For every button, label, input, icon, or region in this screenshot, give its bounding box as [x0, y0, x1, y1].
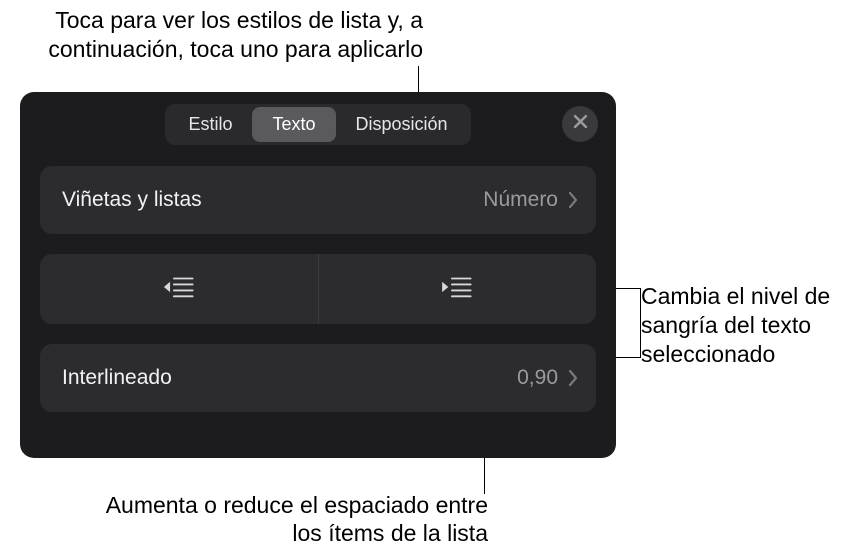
- line-spacing-row[interactable]: Interlineado 0,90: [40, 344, 596, 412]
- indent-controls: [40, 254, 596, 324]
- indent-icon: [440, 274, 474, 305]
- indent-button[interactable]: [318, 254, 597, 324]
- line-spacing-value: 0,90: [517, 366, 558, 390]
- tab-layout[interactable]: Disposición: [336, 107, 468, 142]
- format-panel: Estilo Texto Disposición Viñetas y lista…: [20, 92, 616, 458]
- panel-body: Viñetas y listas Número: [20, 156, 616, 412]
- bullets-and-lists-row[interactable]: Viñetas y listas Número: [40, 166, 596, 234]
- callout-list-styles: Toca para ver los estilos de lista y, a …: [18, 6, 423, 64]
- close-icon: [573, 114, 588, 134]
- callout-line-spacing: Aumenta o reduce el espaciado entre los …: [85, 491, 488, 549]
- leader-line: [615, 288, 640, 289]
- leader-line: [640, 288, 641, 358]
- outdent-button[interactable]: [40, 254, 318, 324]
- close-button[interactable]: [562, 106, 598, 142]
- callout-indent-level: Cambia el nivel de sangría del texto sel…: [641, 282, 851, 368]
- segmented-control: Estilo Texto Disposición: [165, 104, 470, 145]
- leader-line: [615, 357, 640, 358]
- bullets-and-lists-value: Número: [483, 188, 558, 212]
- outdent-icon: [162, 274, 196, 305]
- tab-text[interactable]: Texto: [252, 107, 335, 142]
- panel-header: Estilo Texto Disposición: [20, 92, 616, 156]
- tab-style[interactable]: Estilo: [168, 107, 252, 142]
- chevron-right-icon: [568, 369, 578, 387]
- bullets-and-lists-label: Viñetas y listas: [62, 188, 483, 212]
- line-spacing-label: Interlineado: [62, 366, 517, 390]
- chevron-right-icon: [568, 191, 578, 209]
